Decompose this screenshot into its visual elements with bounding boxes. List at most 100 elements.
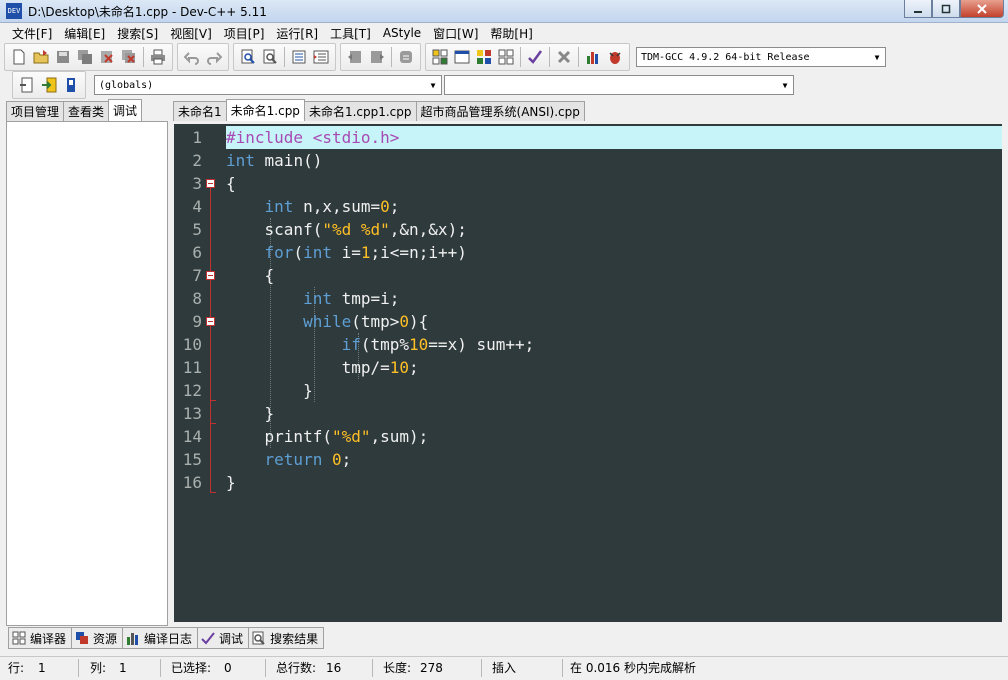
unindent-button[interactable] xyxy=(345,47,365,67)
title-bar: DEV D:\Desktop\未命名1.cpp - Dev-C++ 5.11 xyxy=(0,0,1008,23)
menu-tools[interactable]: 工具[T] xyxy=(324,25,377,42)
code-editor[interactable]: 1 2 3 4 5 6 7 8 9 10 11 12 13 14 15 16 #… xyxy=(174,124,1002,622)
import-button[interactable] xyxy=(39,75,59,95)
menu-execute[interactable]: 运行[R] xyxy=(270,25,324,42)
tab-debug-output[interactable]: 调试 xyxy=(197,627,250,649)
bottom-panel-tabs: 编译器 资源 编译日志 调试 搜索结果 xyxy=(8,627,325,649)
line-number: 10 xyxy=(182,335,202,354)
open-file-button[interactable] xyxy=(31,47,51,67)
project-toolbar-group xyxy=(12,71,86,99)
editor-tab[interactable]: 未命名1 xyxy=(173,101,227,121)
menu-search[interactable]: 搜索[S] xyxy=(111,25,164,42)
minimize-button[interactable] xyxy=(904,0,932,18)
syntax-check-button[interactable] xyxy=(525,47,545,67)
tab-label: 资源 xyxy=(93,631,118,646)
close-all-button[interactable] xyxy=(119,47,139,67)
menu-file[interactable]: 文件[F] xyxy=(6,25,58,42)
maximize-button[interactable] xyxy=(932,0,960,18)
menu-view[interactable]: 视图[V] xyxy=(164,25,218,42)
compile-button[interactable] xyxy=(430,47,450,67)
tab-resources[interactable]: 资源 xyxy=(71,627,124,649)
undo-icon xyxy=(184,52,199,65)
save-all-button[interactable] xyxy=(75,47,95,67)
editor-tab-active[interactable]: 未命名1.cpp xyxy=(225,99,305,121)
code-line: } xyxy=(226,471,1002,494)
close-file-button[interactable] xyxy=(97,47,117,67)
undo-button[interactable] xyxy=(182,47,202,67)
stop-execution-button[interactable] xyxy=(554,47,574,67)
code-line-text: } xyxy=(226,473,236,492)
profile-button[interactable] xyxy=(583,47,603,67)
code-line-text: if(tmp%10==x) sum++; xyxy=(341,335,535,354)
toggle-comment-button[interactable] xyxy=(396,47,416,67)
status-selected-label: 已选择: xyxy=(171,661,212,675)
scope-select[interactable]: (globals) ▼ xyxy=(94,75,442,95)
fold-collapse-icon[interactable] xyxy=(206,179,215,188)
rebuild-button[interactable] xyxy=(496,47,516,67)
build-toolbar-group xyxy=(425,43,630,71)
stop-x-icon xyxy=(557,50,571,64)
compile-run-button[interactable] xyxy=(474,47,494,67)
fold-collapse-icon[interactable] xyxy=(206,271,215,280)
rebuild-grid-icon xyxy=(498,49,514,65)
search-icon xyxy=(252,631,266,645)
member-select[interactable]: ▼ xyxy=(444,75,794,95)
code-line-text: return 0; xyxy=(264,450,352,469)
editor-tab[interactable]: 超市商品管理系统(ANSI).cpp xyxy=(415,101,585,121)
replace-button[interactable] xyxy=(260,47,280,67)
open-folder-icon xyxy=(33,50,49,64)
menu-help[interactable]: 帮助[H] xyxy=(484,25,538,42)
code-line: for(int i=1;i<=n;i++) xyxy=(226,241,1002,264)
goto-line-button[interactable] xyxy=(289,47,309,67)
menu-astyle[interactable]: AStyle xyxy=(377,26,427,40)
minimize-icon xyxy=(914,10,922,13)
code-line: } xyxy=(226,379,1002,402)
project-options-button[interactable] xyxy=(61,75,81,95)
status-divider xyxy=(160,659,161,677)
save-button[interactable] xyxy=(53,47,73,67)
code-line-text: int n,x,sum=0; xyxy=(264,197,400,216)
redo-button[interactable] xyxy=(204,47,224,67)
status-selected-value: 0 xyxy=(224,661,232,675)
menu-project[interactable]: 项目[P] xyxy=(218,25,271,42)
tab-label: 未命名1 xyxy=(178,105,222,119)
bar-chart-icon xyxy=(126,631,140,645)
find-icon xyxy=(241,49,255,64)
status-row-value: 1 xyxy=(38,661,46,675)
window-title: D:\Desktop\未命名1.cpp - Dev-C++ 5.11 xyxy=(28,5,267,19)
status-col-label: 列: xyxy=(90,661,107,675)
code-line: printf("%d",sum); xyxy=(226,425,1002,448)
code-line-text: int main() xyxy=(226,151,323,170)
line-number: 2 xyxy=(192,151,202,170)
compiler-select[interactable]: TDM-GCC 4.9.2 64-bit Release ▼ xyxy=(636,47,886,67)
bookmark-button[interactable] xyxy=(311,47,331,67)
tab-label: 未命名1.cpp1.cpp xyxy=(308,105,412,119)
menu-edit[interactable]: 编辑[E] xyxy=(58,25,111,42)
line-number: 1 xyxy=(192,128,202,147)
indent-button[interactable] xyxy=(367,47,387,67)
new-project-button[interactable] xyxy=(17,75,37,95)
find-button[interactable] xyxy=(238,47,258,67)
tab-project-manager[interactable]: 项目管理 xyxy=(6,101,65,121)
tab-compile-log[interactable]: 编译日志 xyxy=(122,627,199,649)
close-button[interactable] xyxy=(960,0,1004,18)
tab-compiler[interactable]: 编译器 xyxy=(8,627,73,649)
line-number: 7 xyxy=(192,266,202,285)
new-file-button[interactable] xyxy=(9,47,29,67)
tab-search-results[interactable]: 搜索结果 xyxy=(248,627,325,649)
file-toolbar-group xyxy=(4,43,173,71)
tab-debug[interactable]: 调试 xyxy=(108,99,143,121)
run-button[interactable] xyxy=(452,47,472,67)
debug-button[interactable] xyxy=(605,47,625,67)
status-divider xyxy=(78,659,79,677)
code-toolbar-group xyxy=(340,43,421,71)
fold-collapse-icon[interactable] xyxy=(206,317,215,326)
main-toolbar: TDM-GCC 4.9.2 64-bit Release ▼ xyxy=(0,43,1008,71)
menu-window[interactable]: 窗口[W] xyxy=(427,25,484,42)
run-window-icon xyxy=(454,50,470,64)
secondary-toolbar: (globals) ▼ ▼ xyxy=(0,71,1008,99)
tab-class-browser[interactable]: 查看类 xyxy=(63,101,110,121)
project-options-icon xyxy=(67,78,75,92)
editor-tab[interactable]: 未命名1.cpp1.cpp xyxy=(303,101,417,121)
print-button[interactable] xyxy=(148,47,168,67)
